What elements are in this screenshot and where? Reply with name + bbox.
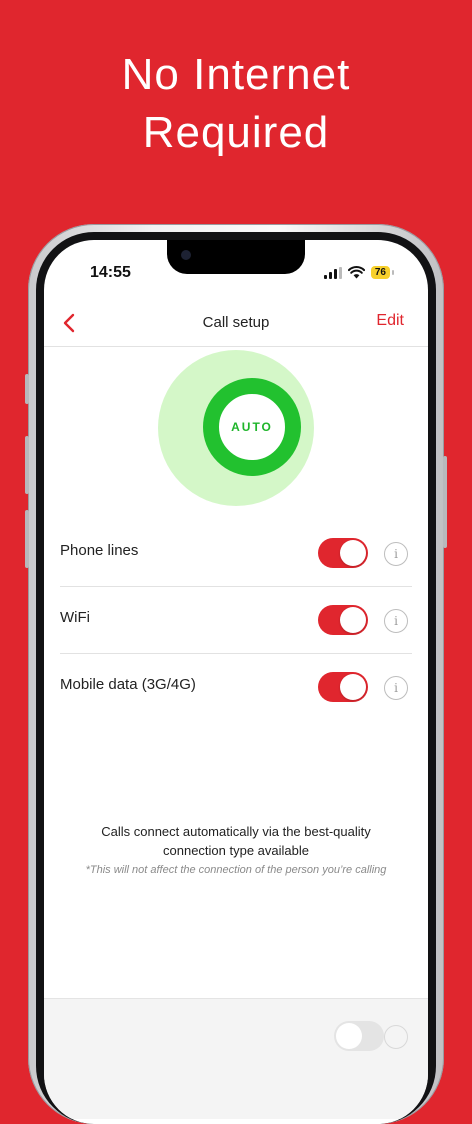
power-button <box>443 456 447 548</box>
faded-info-icon <box>384 1025 408 1049</box>
connection-description: Calls connect automatically via the best… <box>101 824 371 858</box>
phone-lines-info-icon[interactable]: i <box>384 542 408 566</box>
mobile-data-info-icon[interactable]: i <box>384 676 408 700</box>
wifi-icon <box>347 266 365 279</box>
camera-icon <box>181 250 191 260</box>
connection-row-wifi: WiFi i <box>60 587 412 654</box>
connection-footnote: *This will not affect the connection of … <box>85 864 387 876</box>
connection-row-phone-lines: Phone lines i <box>60 520 412 587</box>
headline-line-1: No Internet <box>121 50 351 99</box>
auto-mode-button[interactable]: AUTO <box>203 378 301 476</box>
navigation-bar: Call setup Edit <box>44 302 428 347</box>
auto-mode-label: AUTO <box>231 420 273 434</box>
connection-label: Phone lines <box>60 542 139 559</box>
faded-toggle <box>334 1021 384 1051</box>
status-time: 14:55 <box>90 264 131 281</box>
phone-screen: 14:55 76 Call setup Edit AUTO Phone line… <box>44 240 428 1124</box>
phone-bezel: 14:55 76 Call setup Edit AUTO Phone line… <box>36 232 436 1124</box>
status-indicators: 76 <box>323 266 395 279</box>
toggle-knob <box>340 540 366 566</box>
toggle-knob <box>336 1023 362 1049</box>
battery-indicator: 76 <box>370 266 395 279</box>
phone-frame: 14:55 76 Call setup Edit AUTO Phone line… <box>25 224 447 1124</box>
silent-switch <box>25 374 29 404</box>
next-screen-peek <box>44 998 428 1119</box>
phone-lines-toggle[interactable] <box>318 538 368 568</box>
volume-down-button <box>25 510 29 568</box>
connection-list: Phone lines i WiFi i Mobile data (3G/4G)… <box>60 520 428 720</box>
wifi-toggle[interactable] <box>318 605 368 635</box>
cellular-signal-icon <box>323 266 342 279</box>
connection-label: Mobile data (3G/4G) <box>60 676 196 693</box>
connection-row-mobile-data: Mobile data (3G/4G) i <box>60 654 412 720</box>
marketing-headline: No Internet Required <box>0 46 472 162</box>
wifi-info-icon[interactable]: i <box>384 609 408 633</box>
toggle-knob <box>340 607 366 633</box>
volume-up-button <box>25 436 29 494</box>
mobile-data-toggle[interactable] <box>318 672 368 702</box>
toggle-knob <box>340 674 366 700</box>
connection-label: WiFi <box>60 609 90 626</box>
page-title: Call setup <box>202 314 270 331</box>
headline-line-2: Required <box>142 108 330 157</box>
edit-button[interactable]: Edit <box>376 312 404 330</box>
notch <box>167 240 305 274</box>
